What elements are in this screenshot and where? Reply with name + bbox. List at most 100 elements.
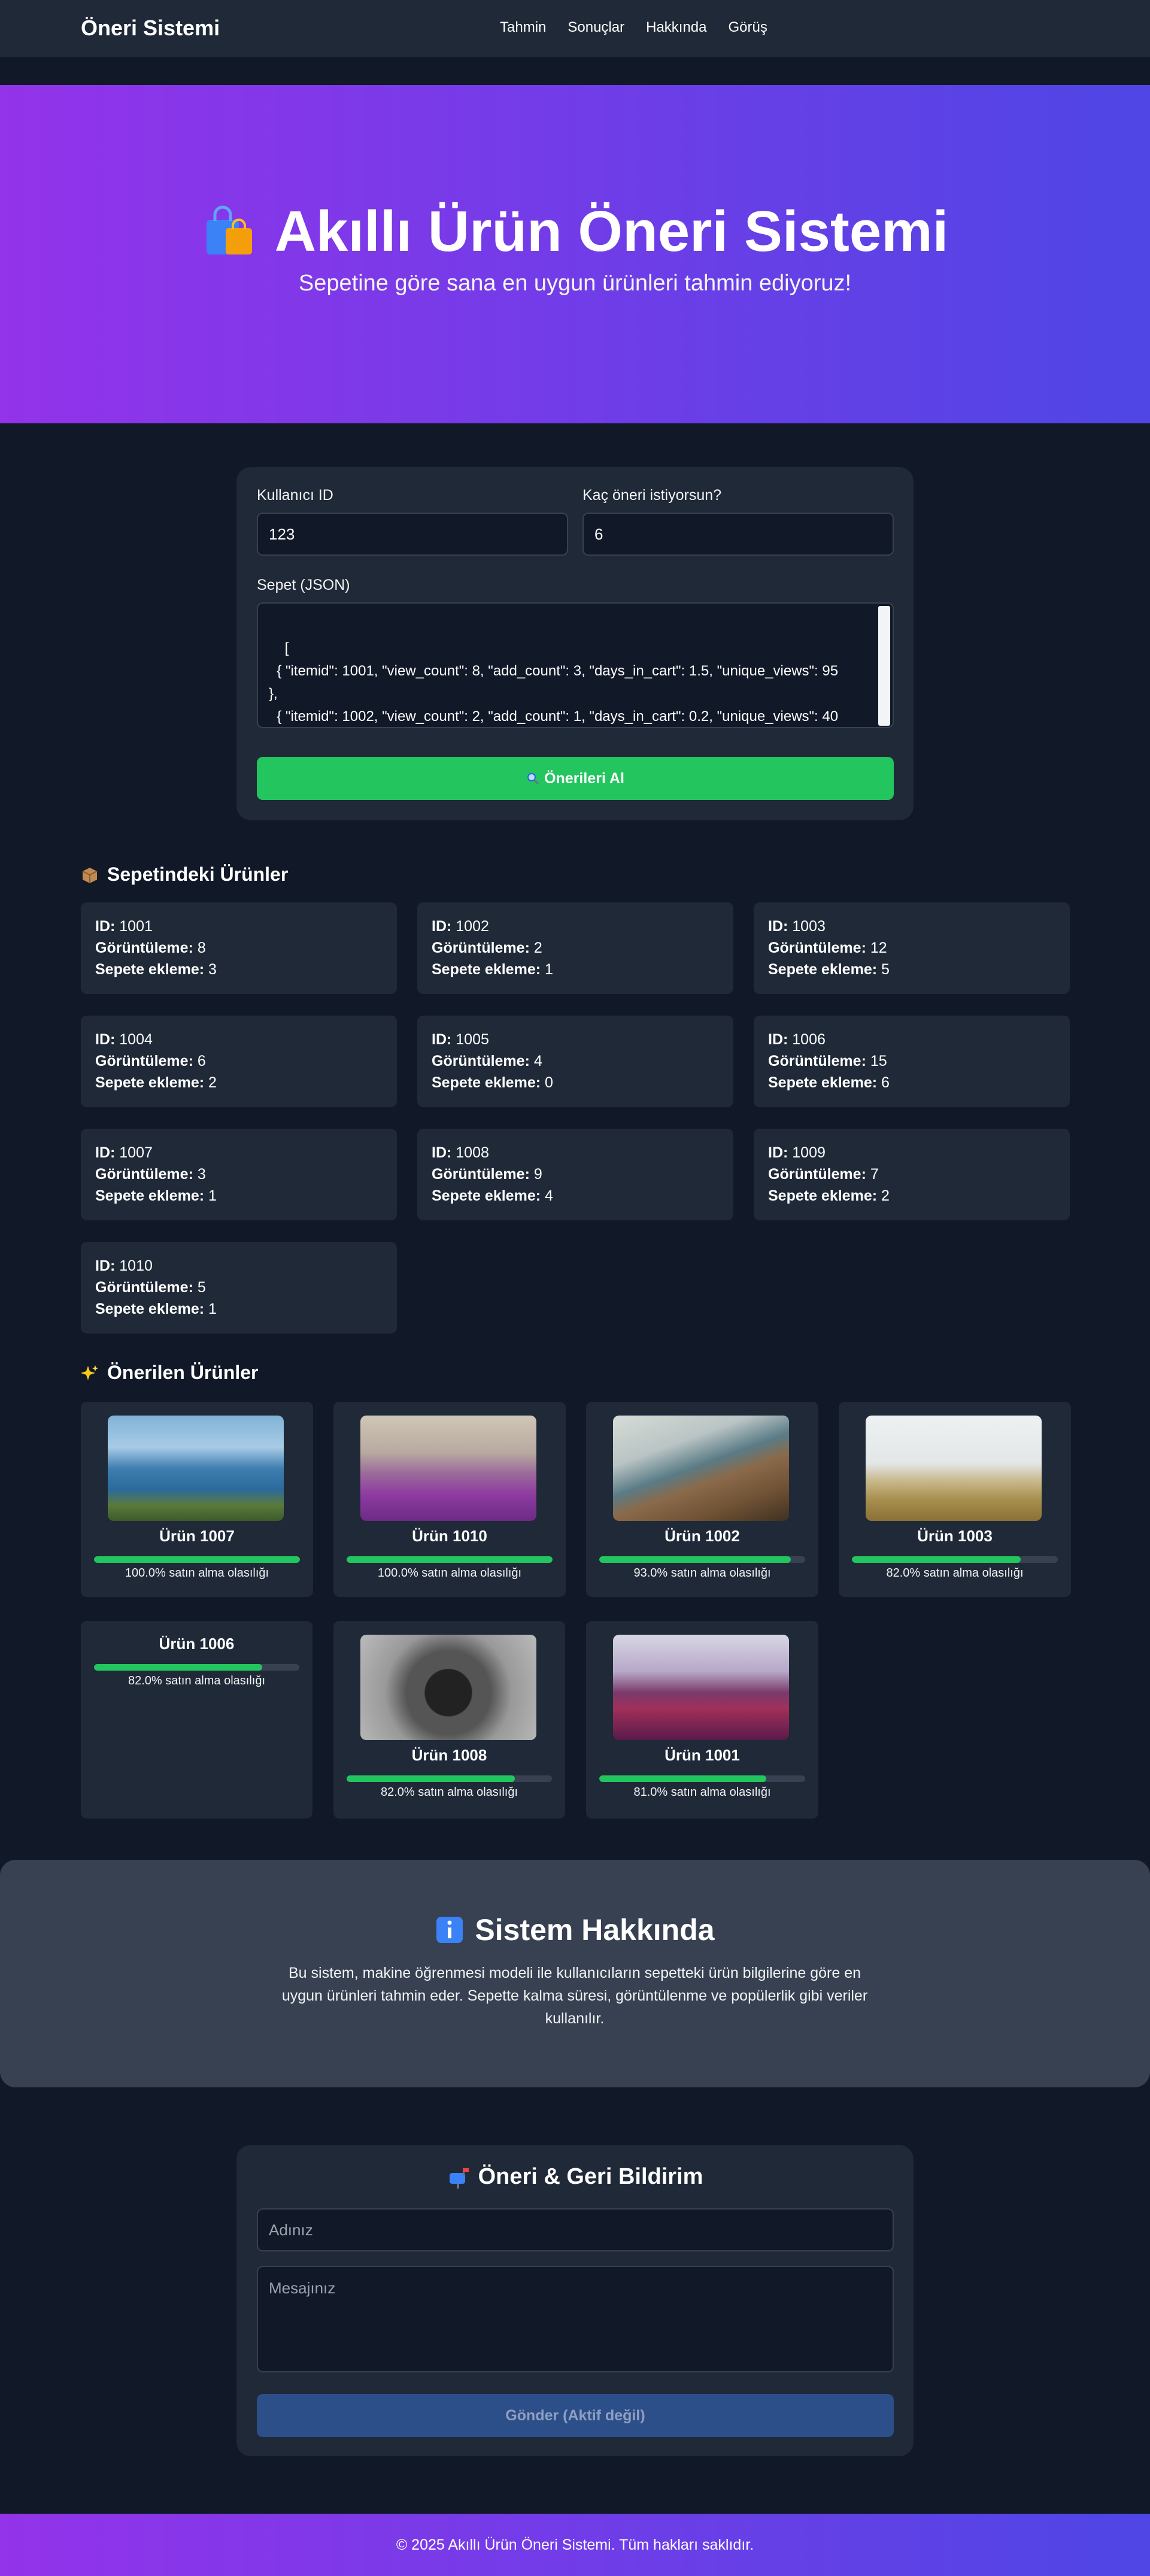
probability-bar bbox=[599, 1556, 805, 1563]
cart-item-id: ID: 1004 bbox=[95, 1029, 383, 1050]
count-input[interactable]: 6 bbox=[582, 513, 894, 556]
cart-item-views-label: Görüntüleme: bbox=[432, 1053, 530, 1069]
top-navbar: Öneri Sistemi Tahmin Sonuçlar Hakkında G… bbox=[0, 0, 1150, 57]
textarea-scrollbar[interactable] bbox=[878, 606, 890, 726]
cart-item-views-label: Görüntüleme: bbox=[432, 1166, 530, 1183]
mailbox-icon bbox=[447, 2166, 470, 2189]
recommendation-card[interactable]: Ürün 1003 82.0% satın alma olasılığı bbox=[839, 1402, 1071, 1597]
cart-item-views: Görüntüleme: 7 bbox=[768, 1163, 1055, 1185]
cart-item-adds-value: 4 bbox=[545, 1187, 553, 1204]
cart-item-id-value: 1006 bbox=[792, 1031, 826, 1048]
name-input[interactable]: Adınız bbox=[257, 2208, 894, 2251]
hero-title: Akıllı Ürün Öneri Sistemi bbox=[0, 199, 1150, 265]
cart-item-adds: Sepete ekleme: 1 bbox=[432, 959, 719, 980]
recommendations-title-text: Önerilen Ürünler bbox=[107, 1362, 259, 1383]
cart-item-id-label: ID: bbox=[432, 918, 452, 935]
cart-section-title: Sepetindeki Ürünler bbox=[81, 863, 288, 886]
send-feedback-button[interactable]: Gönder (Aktif değil) bbox=[257, 2394, 894, 2437]
cart-item-views: Görüntüleme: 9 bbox=[432, 1163, 719, 1185]
recommendations-section-title: Önerilen Ürünler bbox=[81, 1362, 259, 1384]
cart-item-id-value: 1002 bbox=[456, 918, 489, 935]
recommendation-card[interactable]: Ürün 1001 81.0% satın alma olasılığı bbox=[586, 1621, 818, 1819]
cart-item-views-label: Görüntüleme: bbox=[95, 1166, 193, 1183]
cart-item-id-value: 1001 bbox=[119, 918, 153, 935]
cart-item-adds: Sepete ekleme: 3 bbox=[95, 959, 383, 980]
feedback-title: Öneri & Geri Bildirim bbox=[236, 2164, 914, 2190]
purchase-probability: 82.0% satın alma olasılığı bbox=[886, 1566, 1024, 1580]
nav-link-gorus[interactable]: Görüş bbox=[729, 19, 767, 36]
cart-item-views: Görüntüleme: 2 bbox=[432, 937, 719, 959]
cart-item-card: ID: 1005 Görüntüleme: 4 Sepete ekleme: 0 bbox=[417, 1016, 733, 1107]
get-recommendations-label: Önerileri Al bbox=[544, 769, 624, 787]
cart-item-adds-value: 1 bbox=[208, 1301, 217, 1317]
user-id-input[interactable]: 123 bbox=[257, 513, 568, 556]
message-textarea[interactable]: Mesajınız bbox=[257, 2266, 894, 2372]
purchase-probability: 82.0% satın alma olasılığı bbox=[128, 1674, 265, 1687]
user-id-label: Kullanıcı ID bbox=[257, 487, 333, 504]
cart-item-adds: Sepete ekleme: 2 bbox=[95, 1072, 383, 1093]
recommendation-card[interactable]: Ürün 1010 100.0% satın alma olasılığı bbox=[333, 1402, 566, 1597]
cart-item-card: ID: 1009 Görüntüleme: 7 Sepete ekleme: 2 bbox=[754, 1129, 1070, 1220]
cart-item-views-value: 2 bbox=[533, 940, 542, 956]
count-label: Kaç öneri istiyorsun? bbox=[582, 487, 722, 504]
cart-item-card: ID: 1010 Görüntüleme: 5 Sepete ekleme: 1 bbox=[81, 1242, 397, 1334]
cart-item-adds-value: 1 bbox=[545, 961, 553, 978]
cart-item-id-value: 1005 bbox=[456, 1031, 489, 1048]
cart-item-views-label: Görüntüleme: bbox=[95, 1053, 193, 1069]
probability-bar-fill bbox=[852, 1556, 1021, 1563]
nav-link-sonuclar[interactable]: Sonuçlar bbox=[568, 19, 624, 36]
get-recommendations-button[interactable]: Önerileri Al bbox=[257, 757, 894, 800]
cart-item-adds: Sepete ekleme: 2 bbox=[768, 1185, 1055, 1207]
cart-item-id-label: ID: bbox=[95, 1031, 116, 1048]
cart-item-adds-value: 5 bbox=[881, 961, 890, 978]
cart-item-adds-label: Sepete ekleme: bbox=[432, 1187, 541, 1204]
cart-item-views: Görüntüleme: 3 bbox=[95, 1163, 383, 1185]
product-name: Ürün 1010 bbox=[412, 1527, 487, 1545]
cart-item-id: ID: 1009 bbox=[768, 1142, 1055, 1163]
cart-item-id: ID: 1006 bbox=[768, 1029, 1055, 1050]
hero-section: Akıllı Ürün Öneri Sistemi Sepetine göre … bbox=[0, 85, 1150, 423]
probability-bar bbox=[347, 1775, 552, 1782]
product-name: Ürün 1002 bbox=[664, 1527, 740, 1545]
cart-item-id-value: 1003 bbox=[792, 918, 826, 935]
cart-item-adds-label: Sepete ekleme: bbox=[95, 1187, 205, 1204]
purchase-probability: 81.0% satın alma olasılığı bbox=[633, 1786, 771, 1799]
purchase-probability: 93.0% satın alma olasılığı bbox=[633, 1566, 771, 1580]
cart-item-views: Görüntüleme: 15 bbox=[768, 1050, 1055, 1072]
cart-item-views-label: Görüntüleme: bbox=[432, 940, 530, 956]
about-section: Sistem Hakkında Bu sistem, makine öğrenm… bbox=[0, 1860, 1150, 2087]
cart-item-adds: Sepete ekleme: 6 bbox=[768, 1072, 1055, 1093]
cart-item-views-value: 15 bbox=[870, 1053, 887, 1069]
brand-logo[interactable]: Öneri Sistemi bbox=[81, 16, 220, 41]
purchase-probability: 100.0% satın alma olasılığı bbox=[125, 1566, 269, 1580]
nav-link-hakkinda[interactable]: Hakkında bbox=[646, 19, 706, 36]
nav-link-tahmin[interactable]: Tahmin bbox=[500, 19, 546, 36]
cart-item-views-label: Görüntüleme: bbox=[768, 1053, 866, 1069]
sparkles-icon bbox=[81, 1364, 99, 1382]
recommendation-card[interactable]: Ürün 1006 82.0% satın alma olasılığı bbox=[81, 1621, 312, 1819]
cart-item-adds: Sepete ekleme: 0 bbox=[432, 1072, 719, 1093]
cart-item-views: Görüntüleme: 12 bbox=[768, 937, 1055, 959]
cart-item-adds-value: 6 bbox=[881, 1074, 890, 1091]
cart-item-card: ID: 1003 Görüntüleme: 12 Sepete ekleme: 5 bbox=[754, 902, 1070, 994]
cart-item-id: ID: 1005 bbox=[432, 1029, 719, 1050]
probability-bar-fill bbox=[347, 1556, 553, 1563]
magnifier-icon bbox=[526, 772, 539, 785]
cart-item-adds-label: Sepete ekleme: bbox=[95, 961, 205, 978]
cart-item-adds-value: 3 bbox=[208, 961, 217, 978]
feedback-title-text: Öneri & Geri Bildirim bbox=[478, 2164, 703, 2189]
cart-item-id: ID: 1002 bbox=[432, 916, 719, 937]
recommendation-card[interactable]: Ürün 1002 93.0% satın alma olasılığı bbox=[586, 1402, 818, 1597]
cart-json-text: [ { "itemid": 1001, "view_count": 8, "ad… bbox=[269, 640, 839, 725]
cart-item-views-value: 7 bbox=[870, 1166, 879, 1183]
recommendation-card[interactable]: Ürün 1008 82.0% satın alma olasılığı bbox=[333, 1621, 565, 1819]
cart-item-adds-label: Sepete ekleme: bbox=[768, 1187, 878, 1204]
cart-json-textarea[interactable]: [ { "itemid": 1001, "view_count": 8, "ad… bbox=[257, 602, 894, 728]
cart-item-adds-label: Sepete ekleme: bbox=[432, 1074, 541, 1091]
recommendation-card[interactable]: Ürün 1007 100.0% satın alma olasılığı bbox=[81, 1402, 313, 1597]
product-image bbox=[360, 1635, 536, 1740]
cart-item-adds-label: Sepete ekleme: bbox=[768, 961, 878, 978]
cart-item-views-value: 12 bbox=[870, 940, 887, 956]
cart-item-adds-label: Sepete ekleme: bbox=[768, 1074, 878, 1091]
probability-bar bbox=[94, 1664, 299, 1671]
